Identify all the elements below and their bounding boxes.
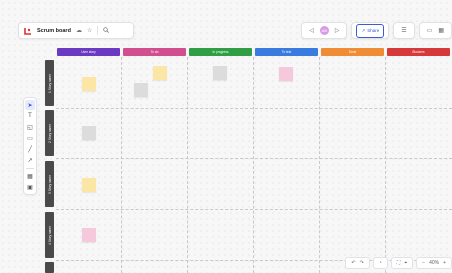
menu-group: ☰ bbox=[393, 22, 415, 39]
search-icon[interactable] bbox=[103, 26, 110, 35]
app-logo-icon[interactable] bbox=[23, 26, 32, 35]
column-header-in-progress[interactable]: In progress bbox=[189, 48, 252, 56]
zoom-in-icon[interactable]: + bbox=[443, 260, 446, 266]
present-icon[interactable]: ◁ bbox=[309, 28, 314, 34]
grid-icon[interactable]: ▦ bbox=[438, 28, 444, 34]
fit-group: ⛶ ⌖ bbox=[390, 257, 414, 269]
column-divider bbox=[385, 57, 386, 273]
tool-palette: ➤ T ◱ ▭ ╱ ↗ ▦ ▣ bbox=[23, 97, 37, 195]
filter-icon[interactable]: ☰ bbox=[401, 28, 406, 34]
cloud-icon[interactable]: ☁ bbox=[76, 28, 82, 34]
shape-icon[interactable]: ◱ bbox=[25, 122, 35, 132]
history-group: ◔ bbox=[372, 257, 388, 269]
row-label: 4 Story name bbox=[47, 225, 52, 245]
top-right-toolbar: ◁ AB ▷ ↗ Share ☰ ▭ ▦ bbox=[297, 22, 452, 39]
undo-redo-group: ↶ ↷ bbox=[345, 257, 370, 269]
chevron-icon[interactable]: ▷ bbox=[335, 28, 340, 34]
comment-icon[interactable]: ▭ bbox=[25, 133, 35, 143]
sticky-note[interactable] bbox=[82, 126, 96, 140]
zoom-controls: ↶ ↷ ◔ ⛶ ⌖ − 40% + bbox=[342, 257, 452, 269]
row-label: 1 Story name bbox=[47, 73, 52, 93]
avatar[interactable]: AB bbox=[319, 26, 329, 35]
share-icon: ↗ bbox=[361, 27, 366, 33]
share-group: ↗ Share bbox=[351, 22, 390, 39]
sticky-note[interactable] bbox=[279, 67, 293, 81]
sticky-note[interactable] bbox=[134, 83, 148, 97]
row-divider bbox=[56, 209, 452, 210]
board-header: Scrum board ☁ ☆ bbox=[18, 22, 134, 39]
sticky-note[interactable] bbox=[153, 66, 167, 80]
column-header-blockers[interactable]: Blockers bbox=[387, 48, 450, 56]
palette-divider bbox=[26, 168, 34, 169]
select-icon[interactable]: ➤ bbox=[25, 100, 35, 110]
row-header-4[interactable]: 4 Story name bbox=[45, 212, 54, 258]
board-title[interactable]: Scrum board bbox=[37, 28, 71, 34]
column-divider bbox=[187, 57, 188, 273]
column-divider bbox=[253, 57, 254, 273]
row-label: 2 Story name bbox=[47, 123, 52, 143]
share-label: Share bbox=[367, 28, 380, 33]
column-header-user-story[interactable]: User story bbox=[57, 48, 120, 56]
toolbar-divider bbox=[97, 26, 99, 35]
zoom-group: − 40% + bbox=[416, 257, 452, 269]
history-icon[interactable]: ◔ bbox=[379, 260, 382, 266]
collaboration-group: ◁ AB ▷ bbox=[301, 22, 348, 39]
view-group: ▭ ▦ bbox=[418, 22, 452, 39]
undo-icon[interactable]: ↶ bbox=[351, 260, 355, 266]
row-label: 3 Story name bbox=[47, 174, 52, 194]
fit-icon[interactable]: ⛶ bbox=[397, 260, 401, 266]
row-divider bbox=[56, 158, 452, 159]
scrum-board[interactable]: User story To do In progress To test Don… bbox=[45, 48, 452, 273]
redo-icon[interactable]: ↷ bbox=[360, 260, 364, 266]
row-header-5[interactable] bbox=[45, 262, 54, 273]
row-header-3[interactable]: 3 Story name bbox=[45, 161, 54, 207]
sticky-note[interactable] bbox=[213, 66, 227, 80]
zoom-out-icon[interactable]: − bbox=[422, 260, 425, 266]
text-icon[interactable]: T bbox=[25, 111, 35, 121]
table-icon[interactable]: ▦ bbox=[25, 171, 35, 181]
row-header-2[interactable]: 2 Story name bbox=[45, 110, 54, 156]
frame-icon[interactable]: ▣ bbox=[25, 182, 35, 192]
pen-icon[interactable]: ╱ bbox=[25, 144, 35, 154]
star-icon[interactable]: ☆ bbox=[87, 28, 92, 34]
row-divider bbox=[56, 108, 452, 109]
column-header-to-test[interactable]: To test bbox=[255, 48, 318, 56]
sticky-note[interactable] bbox=[82, 77, 96, 91]
connector-icon[interactable]: ↗ bbox=[25, 155, 35, 165]
column-divider bbox=[319, 57, 320, 273]
column-divider bbox=[121, 57, 122, 273]
share-button[interactable]: ↗ Share bbox=[356, 23, 385, 38]
column-header-done[interactable]: Done bbox=[321, 48, 384, 56]
image-icon[interactable]: ▭ bbox=[427, 28, 433, 34]
zoom-level[interactable]: 40% bbox=[429, 260, 439, 266]
row-header-1[interactable]: 1 Story name bbox=[45, 60, 54, 106]
sticky-note[interactable] bbox=[82, 228, 96, 242]
column-header-to-do[interactable]: To do bbox=[123, 48, 186, 56]
sticky-note[interactable] bbox=[82, 178, 96, 192]
locate-icon[interactable]: ⌖ bbox=[404, 260, 407, 266]
